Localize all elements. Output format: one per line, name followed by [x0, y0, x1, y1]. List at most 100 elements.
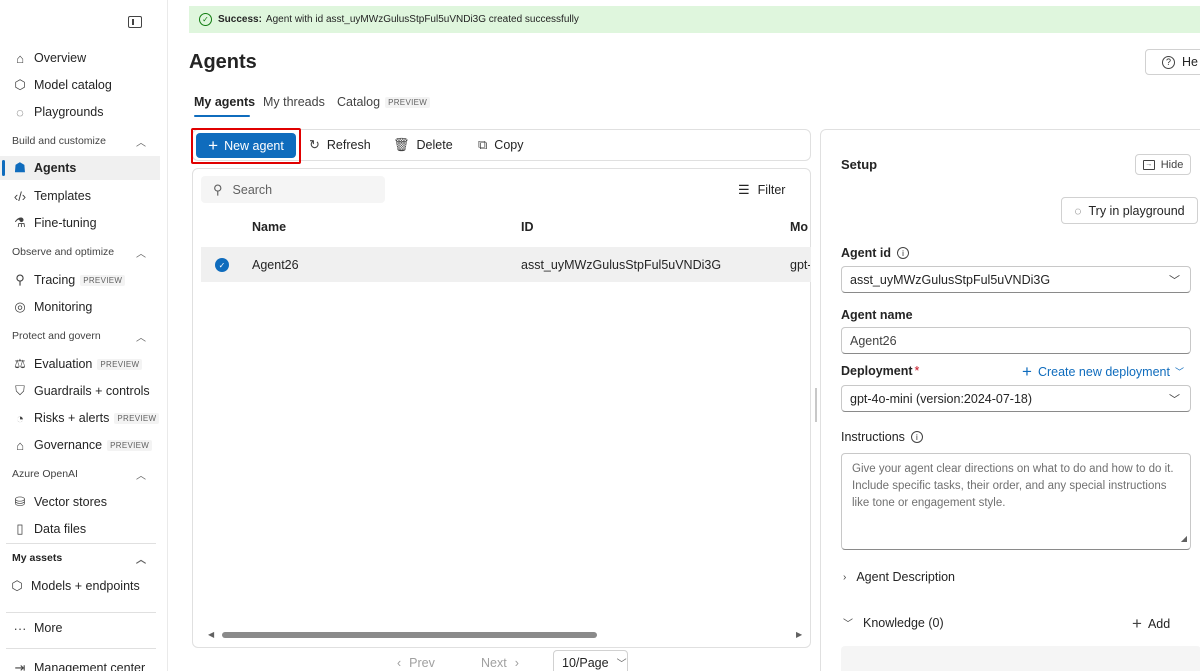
tab-my-threads[interactable]: My threads — [263, 95, 325, 109]
next-label: Next — [481, 656, 507, 670]
instructions-textarea[interactable]: Give your agent clear directions on what… — [841, 453, 1191, 550]
help-label: He — [1182, 55, 1198, 69]
help-button[interactable]: ? He — [1145, 49, 1200, 75]
agent-description-accordion[interactable]: › Agent Description — [843, 570, 955, 584]
column-header-name[interactable]: Name — [252, 220, 286, 234]
add-knowledge-button[interactable]: + Add — [1132, 615, 1170, 632]
highlight-box — [191, 128, 301, 164]
search-input[interactable]: ⚲ Search — [201, 176, 385, 203]
copy-icon: ⧉ — [478, 137, 488, 152]
sidebar-item-models-endpoints[interactable]: ⬡ Models + endpoints — [0, 574, 160, 598]
tab-label: My agents — [194, 95, 256, 109]
sidebar-item-management-center[interactable]: ⇥ Management center — [0, 656, 160, 671]
sidebar-item-label: Overview — [34, 51, 87, 65]
add-label: Add — [1147, 616, 1171, 631]
chevron-right-icon: › — [843, 571, 847, 583]
sidebar-item-evaluation[interactable]: ⚖ Evaluation PREVIEW — [0, 352, 160, 376]
tab-my-agents[interactable]: My agents — [194, 95, 255, 109]
tab-catalog[interactable]: Catalog PREVIEW — [337, 95, 431, 109]
tab-selected-indicator — [194, 115, 250, 117]
agent-id-label-text: Agent id — [841, 246, 891, 260]
horizontal-scrollbar[interactable] — [222, 632, 597, 638]
refresh-button[interactable]: ↻ Refresh — [309, 137, 371, 153]
sidebar-item-agents[interactable]: ☗ Agents — [0, 156, 160, 180]
prev-label: Prev — [409, 656, 435, 670]
sidebar-item-label: Evaluation — [34, 357, 93, 371]
chevron-up-icon: ︿ — [136, 332, 146, 344]
home-icon: ⌂ — [16, 50, 24, 66]
chevron-down-icon: ﹀ — [1169, 274, 1180, 287]
hide-button[interactable]: → Hide — [1135, 154, 1191, 175]
try-label: Try in playground — [1088, 203, 1185, 218]
info-icon[interactable]: i — [897, 247, 909, 259]
chevron-up-icon: ︿ — [136, 554, 146, 566]
prev-page-button[interactable]: ‹ Prev — [397, 656, 435, 670]
info-icon[interactable]: i — [910, 431, 923, 443]
row-selected-check-icon[interactable]: ✓ — [215, 258, 229, 272]
search-placeholder: Search — [232, 182, 273, 197]
next-page-button[interactable]: Next › — [481, 656, 519, 670]
sidebar-item-monitoring[interactable]: ◎ Monitoring — [0, 295, 160, 319]
agent-name-value: Agent26 — [850, 333, 897, 348]
section-label: Build and customize — [12, 135, 106, 147]
resize-handle-icon[interactable]: ◢ — [1181, 530, 1187, 547]
section-my-assets[interactable]: My assets ︿ — [0, 547, 160, 569]
section-build-and-customize[interactable]: Build and customize ︿ — [0, 130, 160, 152]
filter-button[interactable]: ☰ Filter — [738, 182, 785, 198]
page-title: Agents — [189, 51, 257, 73]
sidebar-item-label: Model catalog — [34, 78, 112, 92]
sidebar-item-templates[interactable]: ‹/› Templates — [0, 184, 160, 208]
agent-id-value: asst_uyMWzGulusStpFul5uVNDi3G — [850, 272, 1051, 287]
sidebar-item-label: Risks + alerts — [34, 411, 110, 425]
checkmark-circle-icon: ✓ — [199, 13, 212, 26]
deployment-select[interactable]: gpt-4o-mini (version:2024-07-18) ﹀ — [841, 385, 1191, 412]
sidebar-item-tracing[interactable]: ⚲ Tracing PREVIEW — [0, 268, 160, 292]
file-icon: ▯ — [16, 521, 24, 536]
sidebar-item-vector-stores[interactable]: ⛁ Vector stores — [0, 490, 160, 514]
copy-button[interactable]: ⧉ Copy — [478, 137, 523, 153]
sidebar: ⌂ Overview ⬡ Model catalog ◌ Playgrounds… — [0, 0, 168, 671]
scroll-right-arrow-icon[interactable]: ▶ — [796, 630, 802, 639]
knowledge-info-box — [841, 646, 1200, 671]
sidebar-item-data-files[interactable]: ▯ Data files — [0, 517, 160, 541]
sidebar-item-guardrails[interactable]: ⛉ Guardrails + controls — [0, 379, 160, 403]
agent-name-input[interactable]: Agent26 — [841, 327, 1191, 354]
sidebar-item-model-catalog[interactable]: ⬡ Model catalog — [0, 73, 160, 97]
row-id: asst_uyMWzGulusStpFul5uVNDi3G — [521, 258, 722, 272]
page-size-select[interactable]: 10/Page ﹀ — [553, 650, 628, 671]
sidebar-item-label: Data files — [34, 522, 87, 536]
column-header-model[interactable]: Mo — [790, 220, 810, 234]
chevron-up-icon: ︿ — [136, 470, 146, 482]
sidebar-item-fine-tuning[interactable]: ⚗ Fine-tuning — [0, 211, 160, 235]
preview-badge: PREVIEW — [80, 274, 126, 286]
row-name[interactable]: Agent26 — [252, 258, 299, 272]
instructions-label: Instructions i — [841, 430, 923, 444]
sidebar-item-more[interactable]: ··· More — [0, 616, 160, 640]
scroll-left-arrow-icon[interactable]: ◀ — [208, 630, 214, 639]
plus-icon: + — [1132, 614, 1142, 633]
try-in-playground-button[interactable]: ◌ Try in playground — [1061, 197, 1198, 224]
column-header-id[interactable]: ID — [521, 220, 534, 234]
sidebar-item-playgrounds[interactable]: ◌ Playgrounds — [0, 100, 160, 124]
panel-collapse-icon: → — [1142, 159, 1155, 170]
section-protect-and-govern[interactable]: Protect and govern ︿ — [0, 325, 160, 347]
collapse-sidebar-icon[interactable] — [128, 16, 142, 28]
sidebar-item-overview[interactable]: ⌂ Overview — [0, 46, 160, 70]
section-observe-and-optimize[interactable]: Observe and optimize ︿ — [0, 241, 160, 263]
question-icon: ? — [1162, 55, 1175, 69]
panel-resize-handle[interactable] — [815, 388, 817, 422]
code-icon: ‹/› — [13, 188, 27, 204]
delete-button[interactable]: 🗑 Delete — [393, 137, 453, 153]
row-model: gpt- — [790, 258, 810, 272]
refresh-label: Refresh — [326, 138, 371, 152]
sidebar-item-governance[interactable]: ⌂ Governance PREVIEW — [0, 433, 160, 457]
trash-icon: 🗑 — [393, 137, 410, 152]
copy-label: Copy — [494, 138, 524, 152]
section-azure-openai[interactable]: Azure OpenAI ︿ — [0, 463, 160, 485]
more-icon: ··· — [13, 620, 27, 636]
sidebar-item-risks-alerts[interactable]: ◔ Risks + alerts PREVIEW — [0, 406, 160, 430]
knowledge-accordion[interactable]: ﹀ Knowledge (0) — [843, 615, 944, 631]
agent-name-label: Agent name — [841, 308, 913, 322]
create-new-deployment-button[interactable]: + Create new deployment ﹀ — [1022, 363, 1184, 380]
agent-id-select[interactable]: asst_uyMWzGulusStpFul5uVNDi3G ﹀ — [841, 266, 1191, 293]
